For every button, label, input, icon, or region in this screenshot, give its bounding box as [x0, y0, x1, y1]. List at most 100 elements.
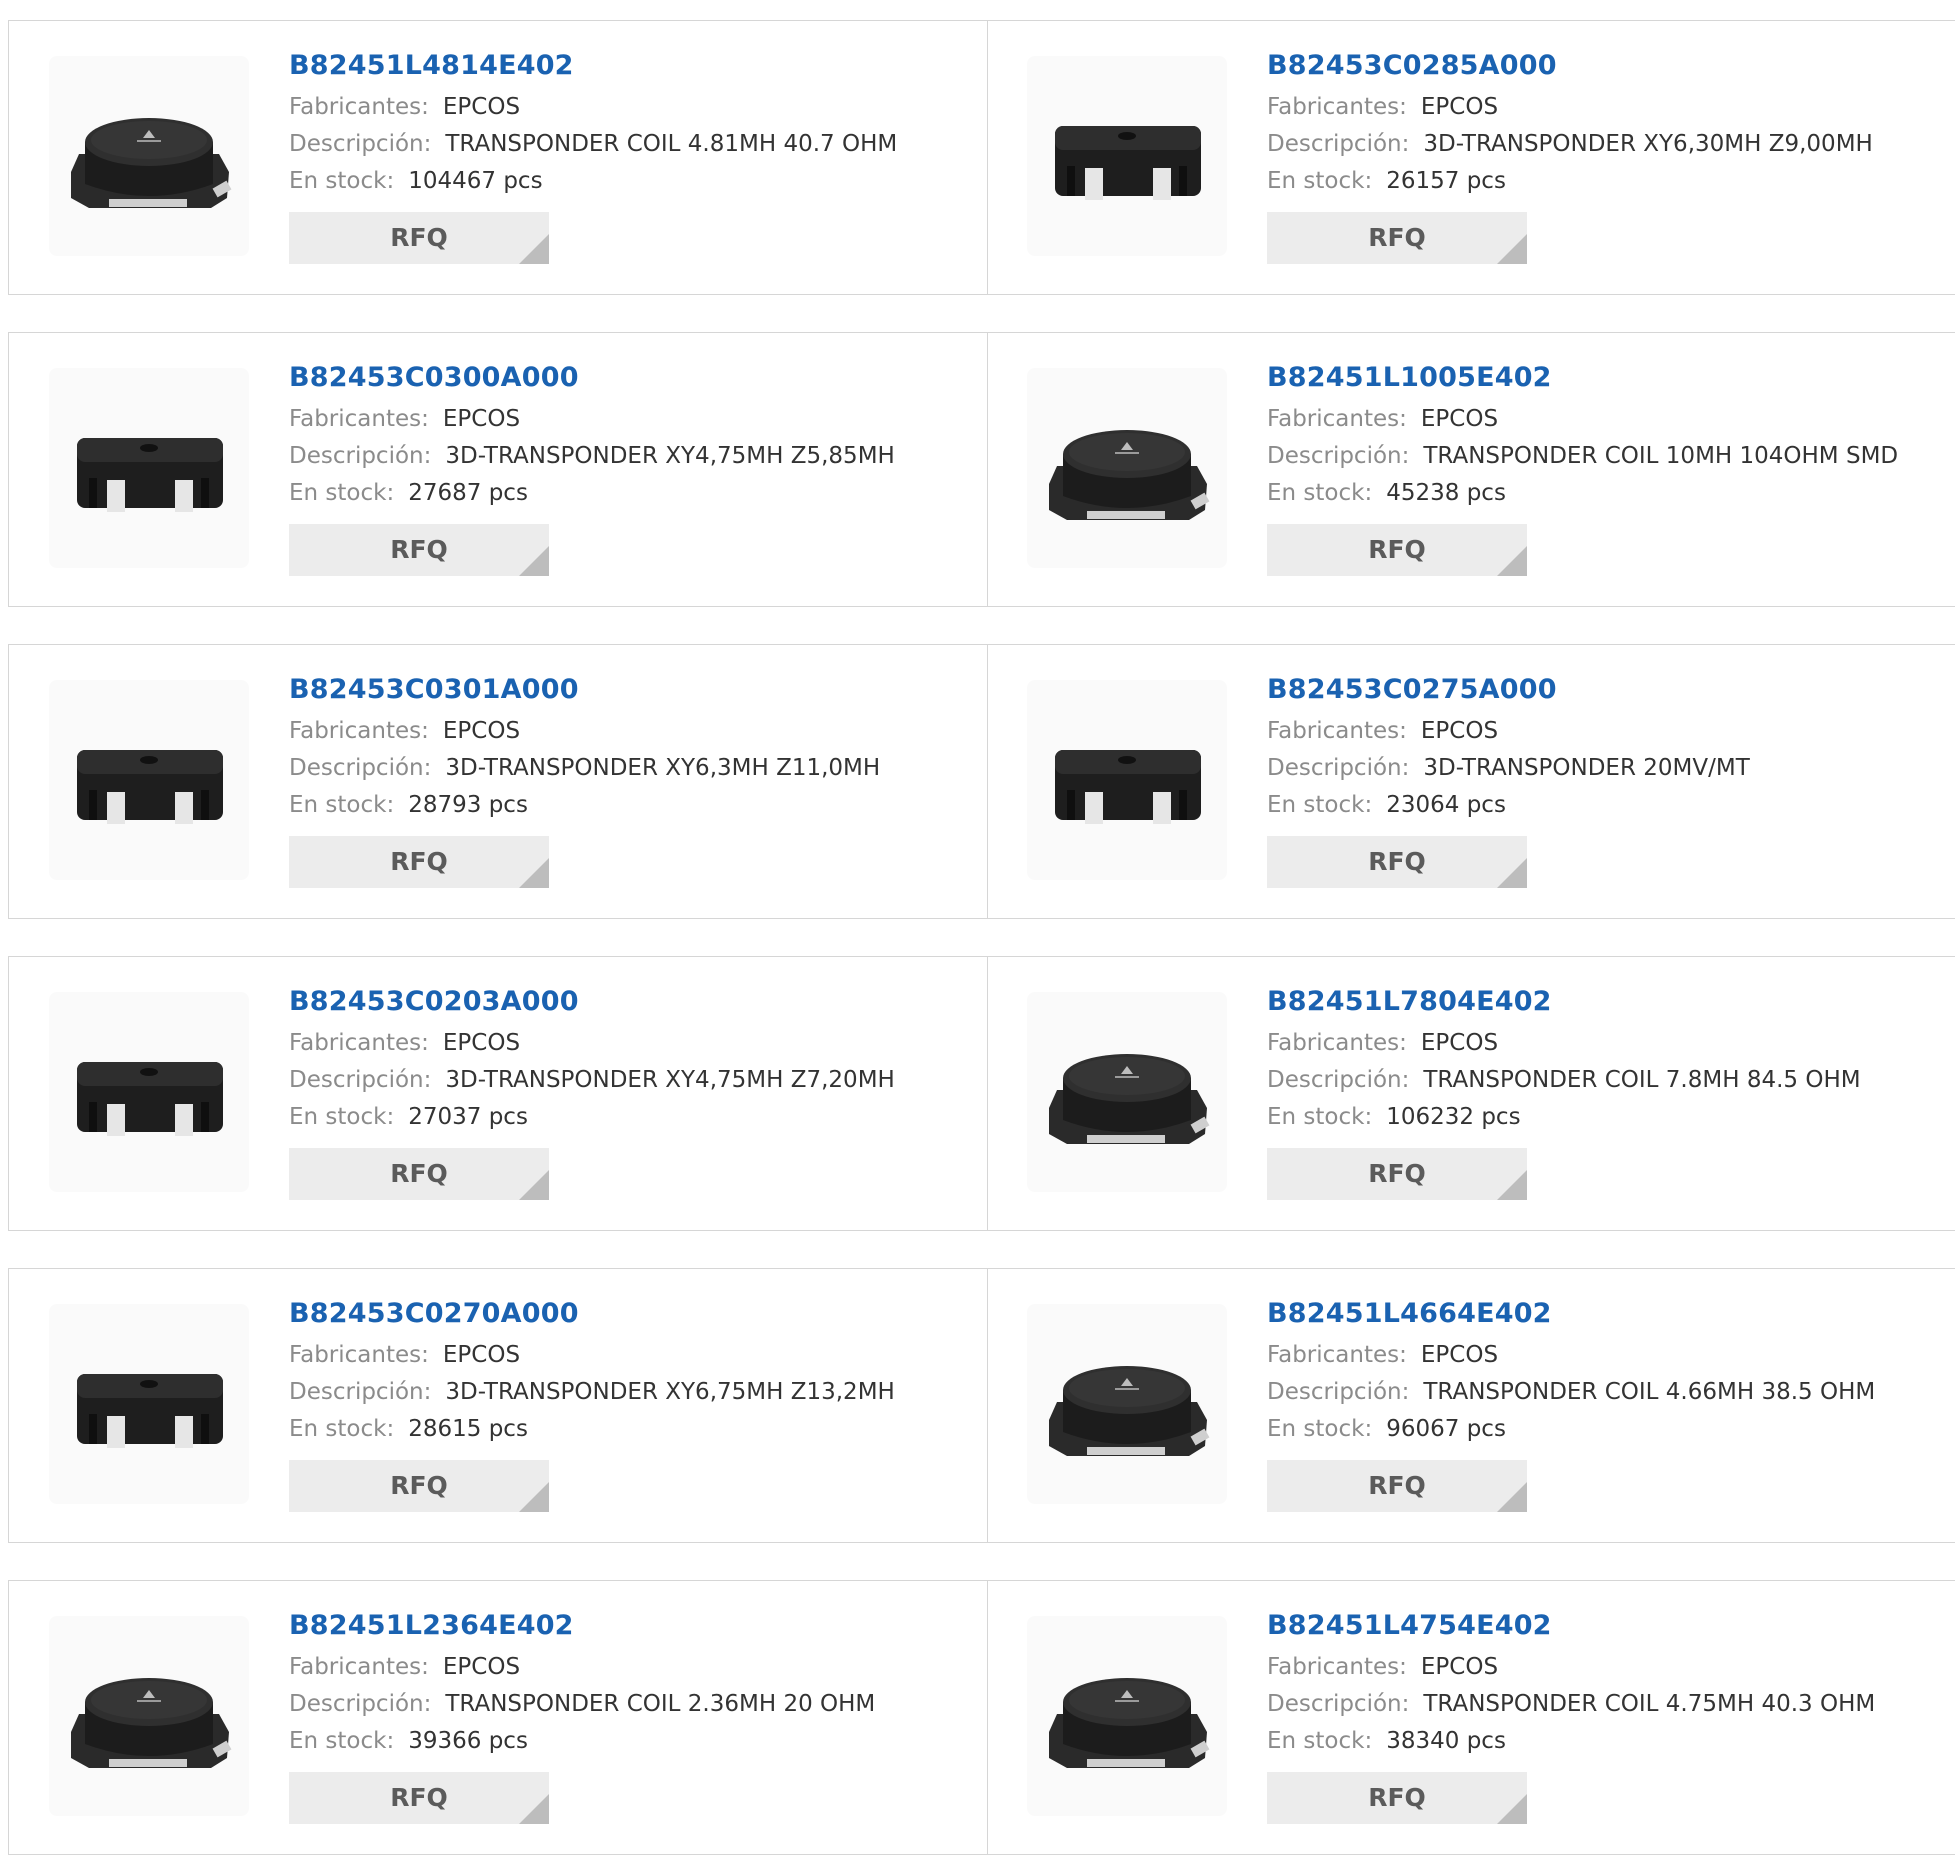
product-card: B82453C0285A000 Fabricantes: EPCOS Descripc… — [987, 21, 1955, 294]
3d-transponder-image — [77, 1374, 223, 1448]
rfq-label: RFQ — [1368, 223, 1426, 252]
product-info: B82453C0300A000 Fabricantes: EPCOS Descripc… — [289, 361, 969, 576]
stock-value: 27037 pcs — [408, 1104, 528, 1130]
product-image[interactable] — [1027, 1616, 1227, 1816]
product-info: B82451L2364E402 Fabricantes: EPCOS Descripc… — [289, 1609, 969, 1824]
description-label: Descripción: — [1267, 131, 1410, 157]
rfq-button[interactable]: RFQ — [1267, 1148, 1527, 1200]
description-value: TRANSPONDER COIL 4.66MH 38.5 OHM — [1423, 1379, 1876, 1405]
part-number-link[interactable]: B82453C0270A000 — [289, 1297, 969, 1331]
product-info: B82451L4754E402 Fabricantes: EPCOS Descripc… — [1267, 1609, 1947, 1824]
description-label: Descripción: — [1267, 443, 1410, 469]
product-image[interactable] — [1027, 992, 1227, 1192]
product-row: B82453C0300A000 Fabricantes: EPCOS Descripc… — [8, 332, 1955, 607]
corner-triangle-icon — [519, 234, 549, 264]
stock-label: En stock: — [1267, 792, 1373, 818]
manufacturer-value: EPCOS — [442, 406, 521, 432]
product-image[interactable] — [49, 992, 249, 1192]
stock-line: En stock: 106232 pcs — [1267, 1099, 1947, 1136]
description-label: Descripción: — [289, 131, 432, 157]
product-info: B82451L4664E402 Fabricantes: EPCOS Descripc… — [1267, 1297, 1947, 1512]
product-image[interactable] — [49, 1616, 249, 1816]
stock-line: En stock: 28793 pcs — [289, 787, 969, 824]
product-card: B82451L4814E402 Fabricantes: EPCOS Descripc… — [8, 21, 988, 294]
manufacturer-line: Fabricantes: EPCOS — [289, 401, 969, 438]
description-label: Descripción: — [289, 1379, 432, 1405]
manufacturer-line: Fabricantes: EPCOS — [289, 1337, 969, 1374]
coil-inductor-image — [1049, 1054, 1210, 1144]
rfq-label: RFQ — [390, 535, 448, 564]
product-image[interactable] — [49, 56, 249, 256]
part-number-link[interactable]: B82451L1005E402 — [1267, 361, 1947, 395]
stock-label: En stock: — [289, 792, 395, 818]
rfq-button[interactable]: RFQ — [1267, 836, 1527, 888]
product-card: B82451L2364E402 Fabricantes: EPCOS Descripc… — [8, 1581, 988, 1854]
rfq-button[interactable]: RFQ — [289, 1772, 549, 1824]
product-image[interactable] — [49, 368, 249, 568]
part-number-link[interactable]: B82453C0301A000 — [289, 673, 969, 707]
stock-label: En stock: — [289, 480, 395, 506]
3d-transponder-image — [77, 1062, 223, 1136]
description-line: Descripción: TRANSPONDER COIL 4.75MH 40.3… — [1267, 1686, 1947, 1723]
description-line: Descripción: 3D-TRANSPONDER XY6,75MH Z13,… — [289, 1374, 969, 1411]
description-label: Descripción: — [289, 755, 432, 781]
rfq-button[interactable]: RFQ — [289, 836, 549, 888]
manufacturer-value: EPCOS — [442, 1342, 521, 1368]
rfq-button[interactable]: RFQ — [1267, 524, 1527, 576]
stock-label: En stock: — [1267, 1416, 1373, 1442]
rfq-label: RFQ — [1368, 847, 1426, 876]
stock-line: En stock: 26157 pcs — [1267, 163, 1947, 200]
part-number-link[interactable]: B82451L4664E402 — [1267, 1297, 1947, 1331]
product-image[interactable] — [1027, 680, 1227, 880]
part-number-link[interactable]: B82451L2364E402 — [289, 1609, 969, 1643]
part-number-link[interactable]: B82451L4754E402 — [1267, 1609, 1947, 1643]
rfq-button[interactable]: RFQ — [289, 524, 549, 576]
stock-label: En stock: — [1267, 480, 1373, 506]
stock-label: En stock: — [289, 1728, 395, 1754]
part-number-link[interactable]: B82453C0300A000 — [289, 361, 969, 395]
product-image[interactable] — [1027, 1304, 1227, 1504]
stock-value: 27687 pcs — [408, 480, 528, 506]
corner-triangle-icon — [1497, 858, 1527, 888]
product-row: B82453C0203A000 Fabricantes: EPCOS Descripc… — [8, 956, 1955, 1231]
description-value: 3D-TRANSPONDER XY6,3MH Z11,0MH — [445, 755, 881, 781]
part-number-link[interactable]: B82453C0203A000 — [289, 985, 969, 1019]
description-value: 3D-TRANSPONDER XY6,30MH Z9,00MH — [1423, 131, 1873, 157]
description-line: Descripción: TRANSPONDER COIL 4.81MH 40.7… — [289, 126, 969, 163]
product-card: B82453C0300A000 Fabricantes: EPCOS Descripc… — [8, 333, 988, 606]
rfq-button[interactable]: RFQ — [289, 212, 549, 264]
part-number-link[interactable]: B82451L7804E402 — [1267, 985, 1947, 1019]
description-line: Descripción: TRANSPONDER COIL 2.36MH 20 O… — [289, 1686, 969, 1723]
corner-triangle-icon — [1497, 1482, 1527, 1512]
description-line: Descripción: TRANSPONDER COIL 7.8MH 84.5 … — [1267, 1062, 1947, 1099]
rfq-button[interactable]: RFQ — [1267, 1772, 1527, 1824]
rfq-button[interactable]: RFQ — [289, 1148, 549, 1200]
product-image[interactable] — [1027, 368, 1227, 568]
product-image[interactable] — [49, 1304, 249, 1504]
rfq-button[interactable]: RFQ — [1267, 212, 1527, 264]
product-info: B82453C0275A000 Fabricantes: EPCOS Descripc… — [1267, 673, 1947, 888]
3d-transponder-image — [1055, 126, 1201, 200]
product-image[interactable] — [1027, 56, 1227, 256]
3d-transponder-image — [77, 750, 223, 824]
manufacturer-label: Fabricantes: — [289, 1342, 429, 1368]
rfq-label: RFQ — [390, 1159, 448, 1188]
part-number-link[interactable]: B82453C0285A000 — [1267, 49, 1947, 83]
part-number-link[interactable]: B82453C0275A000 — [1267, 673, 1947, 707]
description-label: Descripción: — [289, 443, 432, 469]
manufacturer-line: Fabricantes: EPCOS — [1267, 89, 1947, 126]
coil-inductor-image — [1049, 1366, 1210, 1456]
rfq-button[interactable]: RFQ — [1267, 1460, 1527, 1512]
product-image[interactable] — [49, 680, 249, 880]
manufacturer-line: Fabricantes: EPCOS — [1267, 1025, 1947, 1062]
product-info: B82451L7804E402 Fabricantes: EPCOS Descripc… — [1267, 985, 1947, 1200]
rfq-button[interactable]: RFQ — [289, 1460, 549, 1512]
3d-transponder-image — [1055, 750, 1201, 824]
stock-line: En stock: 28615 pcs — [289, 1411, 969, 1448]
corner-triangle-icon — [1497, 1170, 1527, 1200]
description-value: TRANSPONDER COIL 2.36MH 20 OHM — [445, 1691, 876, 1717]
manufacturer-label: Fabricantes: — [1267, 406, 1407, 432]
corner-triangle-icon — [519, 1482, 549, 1512]
part-number-link[interactable]: B82451L4814E402 — [289, 49, 969, 83]
3d-transponder-image — [77, 438, 223, 512]
